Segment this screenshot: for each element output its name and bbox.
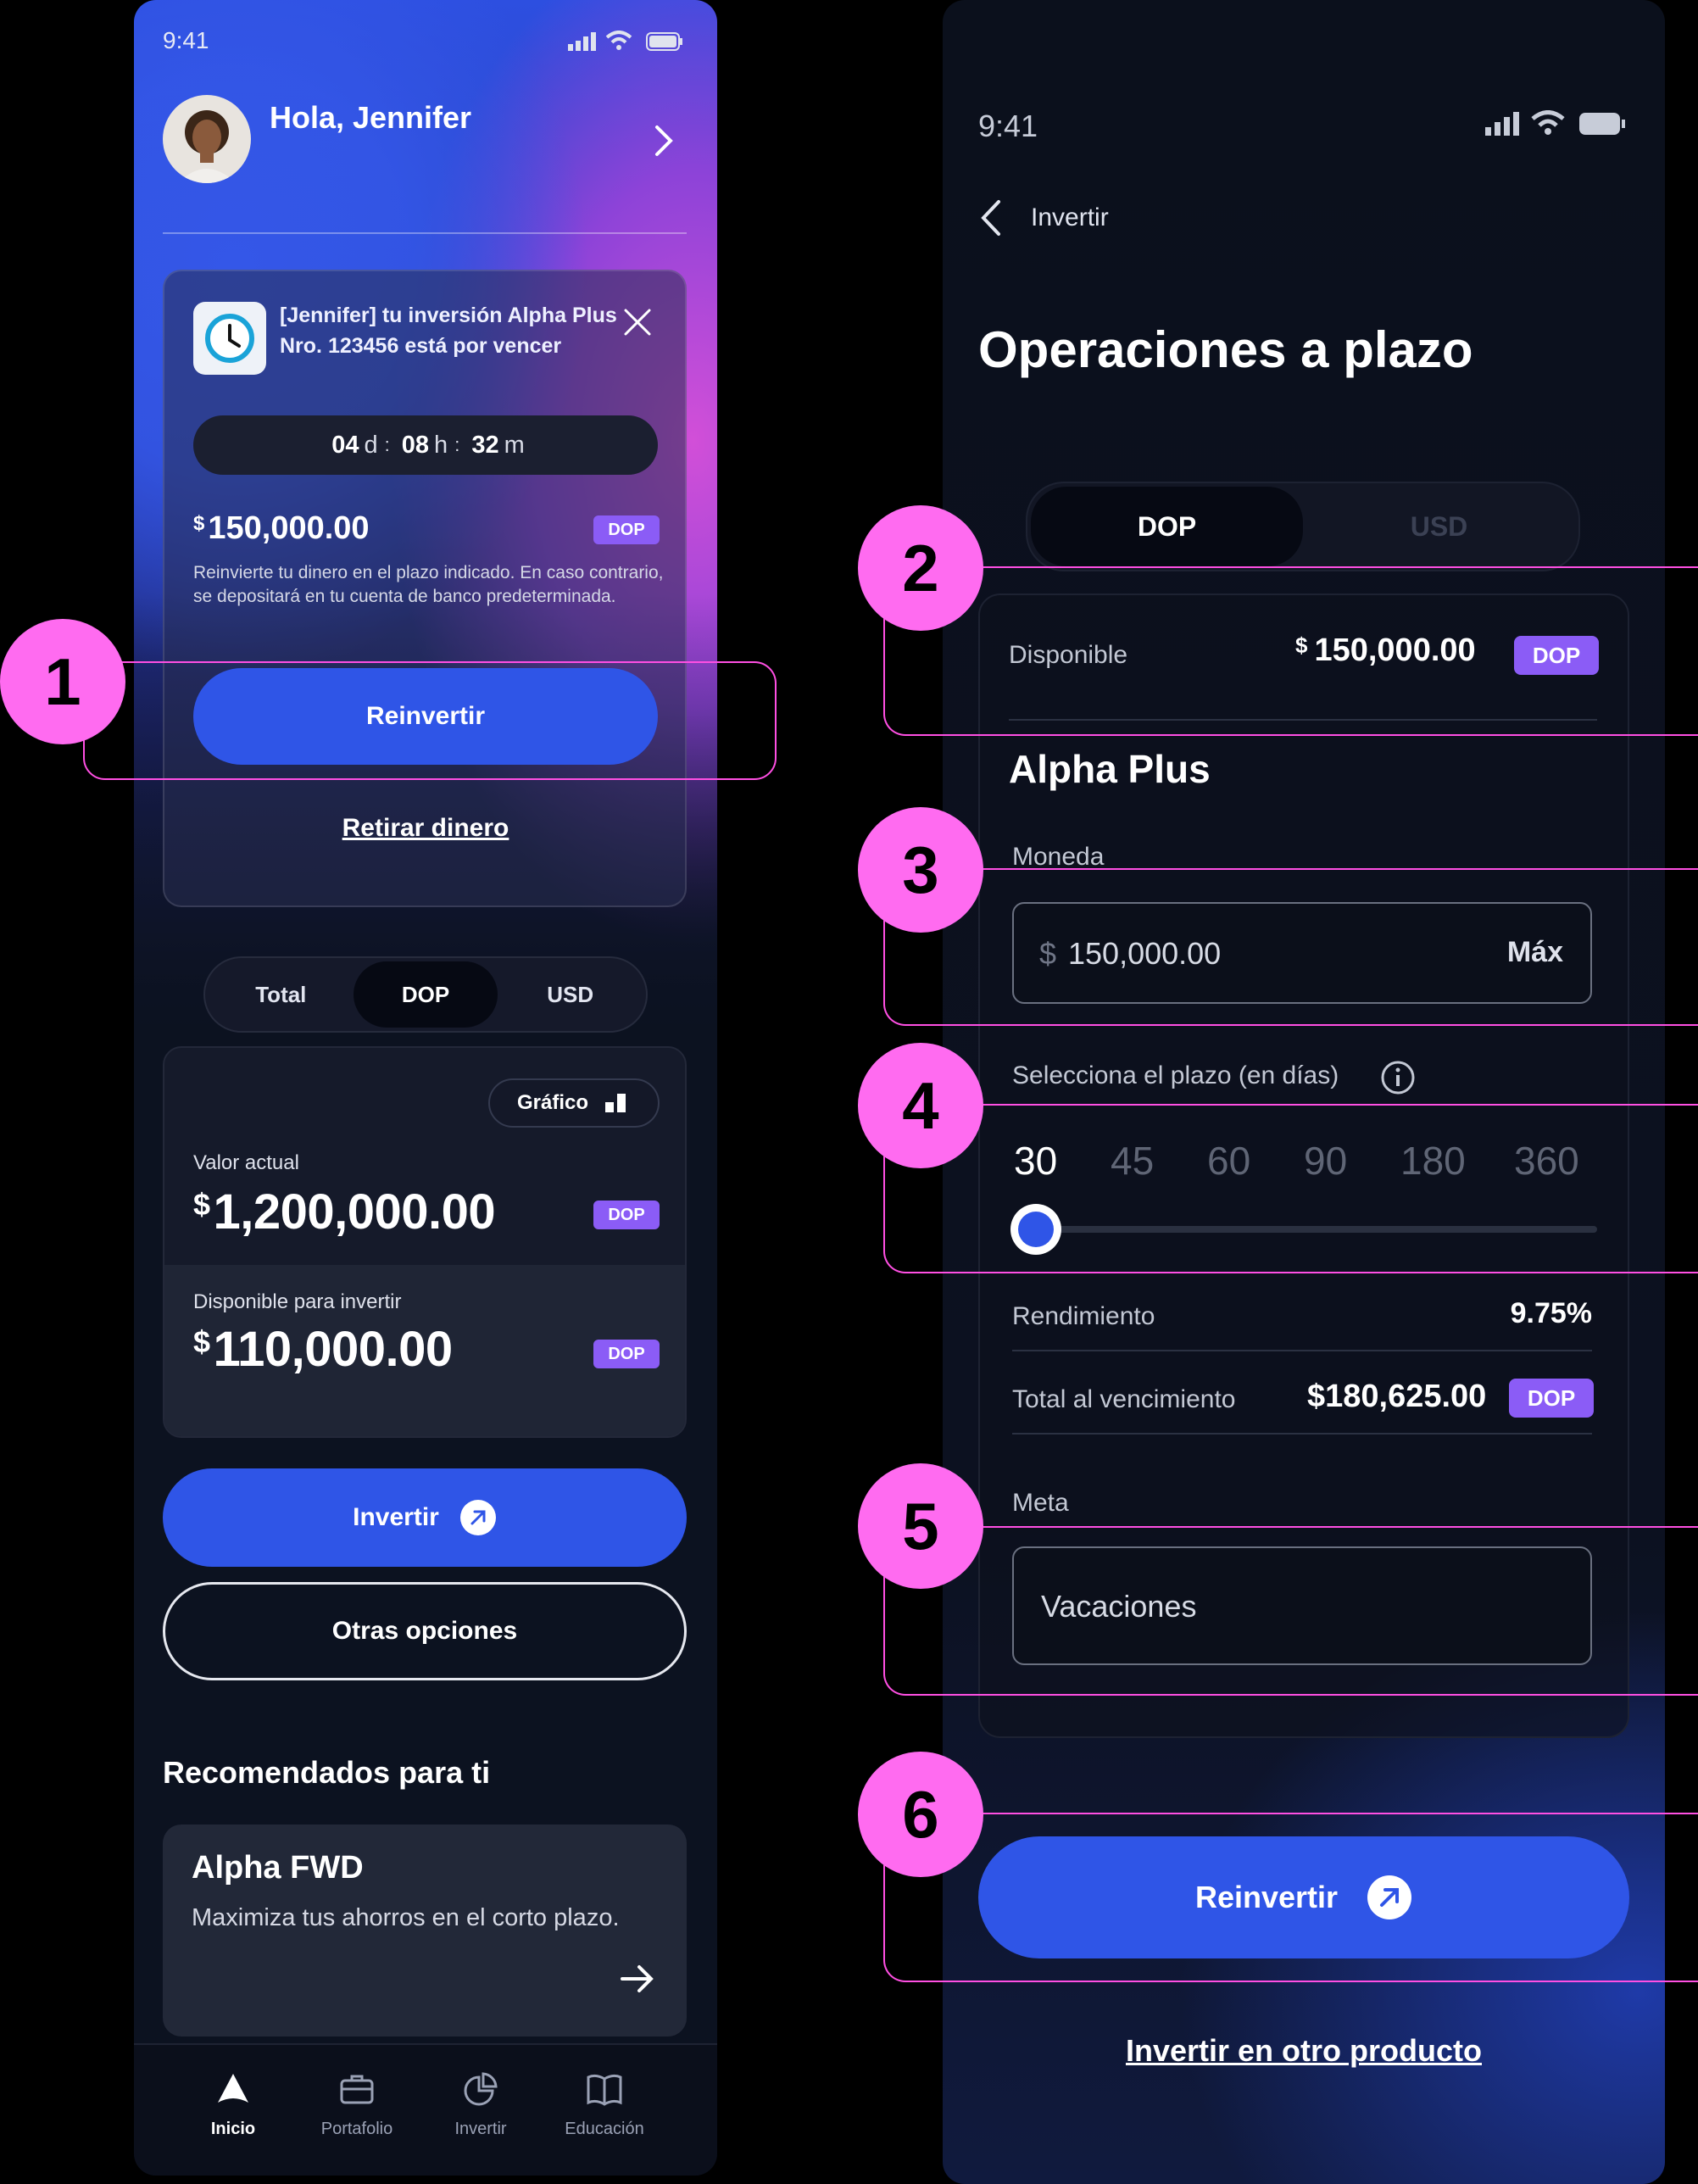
- currency-segmented-control: DOP USD: [1026, 482, 1580, 571]
- status-time: 9:41: [978, 109, 1038, 143]
- pie-chart-icon: [464, 2072, 498, 2106]
- tab-dop[interactable]: DOP: [353, 961, 498, 1028]
- other-options-button[interactable]: Otras opciones: [163, 1582, 687, 1680]
- recommended-card-title: Alpha FWD: [192, 1850, 364, 1886]
- tab-usd[interactable]: USD: [1303, 487, 1575, 566]
- goal-label: Meta: [1012, 1489, 1069, 1517]
- available-value: $110,000.00: [193, 1322, 453, 1377]
- bar-chart-icon: [605, 1094, 626, 1112]
- product-name: Alpha Plus: [1009, 747, 1211, 791]
- annotation-badge-4: 4: [858, 1043, 983, 1168]
- current-value-label: Valor actual: [193, 1151, 299, 1174]
- tab-educacion[interactable]: Educación: [541, 2045, 668, 2176]
- annotation-box-2: [883, 566, 1698, 736]
- term-label: Selecciona el plazo (en días): [1012, 1061, 1339, 1089]
- page-title: Operaciones a plazo: [978, 321, 1473, 378]
- signal-icon: [1485, 112, 1519, 136]
- portfolio-value-card: Gráfico Valor actual $1,200,000.00 DOP D…: [163, 1046, 687, 1438]
- recommended-card-alpha-fwd[interactable]: Alpha FWD Maximiza tus ahorros en el cor…: [163, 1825, 687, 2036]
- current-value-badge: DOP: [593, 1201, 660, 1229]
- yield-label: Rendimiento: [1012, 1302, 1155, 1330]
- invest-other-product-link[interactable]: Invertir en otro producto: [978, 2033, 1629, 2069]
- briefcase-icon: [340, 2075, 374, 2104]
- maturing-amount: $150,000.00: [193, 510, 370, 546]
- invest-button[interactable]: Invertir: [163, 1468, 687, 1567]
- close-icon[interactable]: [622, 307, 653, 337]
- annotation-box-1: [83, 661, 777, 780]
- current-value: $1,200,000.00: [193, 1184, 496, 1240]
- recommended-title: Recomendados para ti: [163, 1755, 491, 1790]
- available-section: Disponible para invertir $110,000.00 DOP: [164, 1265, 685, 1436]
- maturity-badge: DOP: [1509, 1379, 1594, 1418]
- currency-field-label: Moneda: [1012, 843, 1105, 871]
- annotation-badge-5: 5: [858, 1463, 983, 1589]
- arrow-right-icon[interactable]: [621, 1964, 654, 1994]
- annotation-box-4: [883, 1104, 1698, 1273]
- chevron-left-icon: [981, 200, 1000, 236]
- wifi-icon: [605, 31, 632, 50]
- annotation-badge-6: 6: [858, 1752, 983, 1877]
- arrow-up-right-icon: [459, 1500, 496, 1535]
- tab-inicio[interactable]: Inicio: [170, 2045, 297, 2176]
- battery-icon: [646, 32, 682, 51]
- annotation-badge-3: 3: [858, 807, 983, 933]
- home-screen: 9:41 Hola, Jennifer [Jennifer] tu invers…: [134, 0, 717, 2176]
- currency-segmented-control: Total DOP USD: [203, 956, 648, 1033]
- status-time: 9:41: [163, 27, 209, 53]
- countdown-timer: 04 d : 08 h : 32 m: [193, 415, 658, 475]
- available-label: Disponible para invertir: [193, 1290, 402, 1313]
- info-icon[interactable]: [1380, 1060, 1416, 1095]
- withdraw-money-link[interactable]: Retirar dinero: [193, 814, 658, 843]
- recommended-card-subtitle: Maximiza tus ahorros en el corto plazo.: [192, 1904, 620, 1931]
- notification-message: [Jennifer] tu inversión Alpha Plus Nro. …: [280, 304, 617, 358]
- maturity-divider: [1012, 1433, 1592, 1435]
- back-label: Invertir: [1031, 203, 1109, 231]
- tab-invertir[interactable]: Invertir: [417, 2045, 544, 2176]
- available-badge: DOP: [593, 1340, 660, 1368]
- annotation-badge-2: 2: [858, 505, 983, 631]
- tab-dop[interactable]: DOP: [1031, 487, 1303, 566]
- annotation-box-6: [883, 1813, 1698, 1982]
- maturity-label: Total al vencimiento: [1012, 1385, 1236, 1413]
- currency-badge: DOP: [593, 515, 660, 544]
- signal-icon: [568, 32, 596, 51]
- annotation-box-5: [883, 1526, 1698, 1696]
- yield-divider: [1012, 1350, 1592, 1351]
- notification-description: Reinvierte tu dinero en el plazo indicad…: [193, 563, 664, 606]
- avatar[interactable]: [163, 95, 251, 183]
- chevron-right-icon[interactable]: [653, 124, 675, 158]
- wifi-icon: [1531, 110, 1565, 135]
- tab-usd[interactable]: USD: [498, 961, 643, 1028]
- maturity-value: $180,625.00: [1307, 1379, 1487, 1414]
- header-divider: [163, 232, 687, 234]
- yield-value: 9.75%: [1510, 1297, 1592, 1329]
- chart-toggle-button[interactable]: Gráfico: [488, 1078, 660, 1128]
- book-icon: [587, 2074, 622, 2106]
- battery-icon: [1579, 113, 1625, 135]
- tab-total[interactable]: Total: [209, 961, 354, 1028]
- bottom-tab-bar: Inicio Portafolio Invertir Educación: [134, 2043, 717, 2176]
- annotation-badge-1: 1: [0, 619, 125, 744]
- tab-portafolio[interactable]: Portafolio: [293, 2045, 420, 2176]
- home-icon: [218, 2074, 248, 2103]
- expiry-notification-card: [Jennifer] tu inversión Alpha Plus Nro. …: [163, 270, 687, 907]
- clock-icon: [193, 302, 266, 375]
- greeting: Hola, Jennifer: [270, 100, 472, 135]
- annotation-box-3: [883, 868, 1698, 1026]
